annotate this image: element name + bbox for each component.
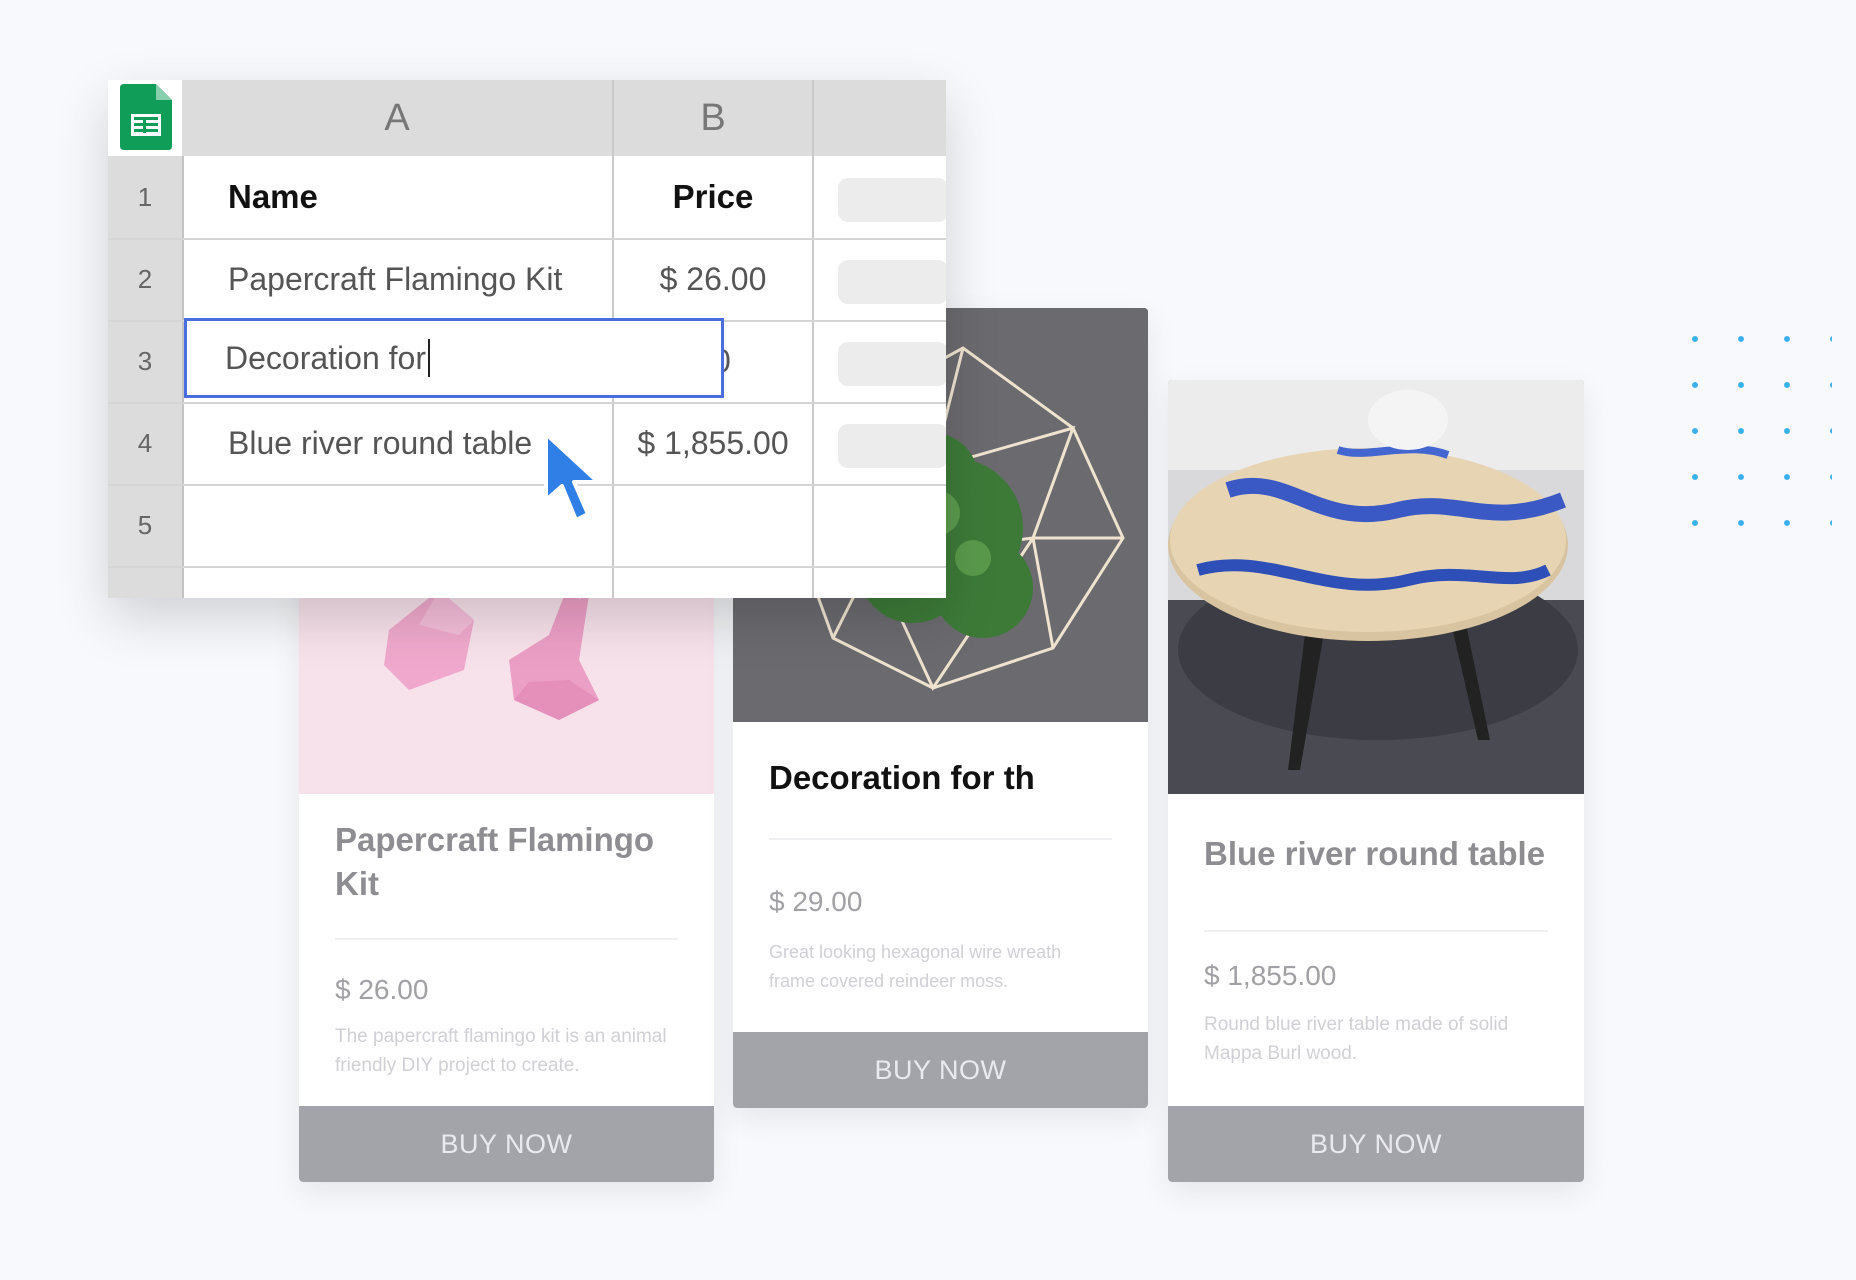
row-header-1[interactable]: 1 (108, 156, 182, 238)
divider (335, 938, 678, 940)
cell-c1[interactable] (838, 178, 946, 222)
row-header-2[interactable]: 2 (108, 238, 182, 320)
buy-now-button[interactable]: BUY NOW (299, 1106, 714, 1182)
cell-b5[interactable] (613, 484, 813, 566)
cell-c2[interactable] (838, 260, 946, 304)
card-title: Decoration for th (769, 759, 1035, 796)
buy-now-button[interactable]: BUY NOW (1168, 1106, 1584, 1182)
card-price: $ 29.00 (769, 886, 863, 917)
card-description: Round blue river table made of solid Map… (1204, 1014, 1509, 1064)
active-cell-a3-editor[interactable]: Decoration for (184, 318, 724, 398)
column-header-b[interactable]: B (614, 80, 812, 156)
row-header-4[interactable]: 4 (108, 402, 182, 484)
card-title: Blue river round table (1204, 835, 1546, 872)
cell-b1[interactable]: Price (613, 156, 813, 238)
buy-now-button[interactable]: BUY NOW (733, 1032, 1148, 1108)
mouse-cursor-icon (540, 430, 606, 535)
google-sheets-icon (120, 84, 172, 155)
divider (769, 838, 1112, 840)
product-card-table: Blue river round table $ 1,855.00 Round … (1168, 380, 1584, 1182)
cell-b4[interactable]: $ 1,855.00 (613, 402, 813, 484)
sheet-corner (108, 80, 182, 156)
cell-c4[interactable] (838, 424, 946, 468)
row-header-5[interactable]: 5 (108, 484, 182, 566)
card-description: Great looking hexagonal wire wreath fram… (769, 942, 1062, 991)
cell-c3[interactable] (838, 342, 946, 386)
card-price: $ 1,855.00 (1204, 960, 1337, 991)
cell-a1[interactable]: Name (228, 156, 648, 238)
text-caret (427, 339, 430, 377)
row-divider (108, 566, 946, 568)
card-price: $ 26.00 (335, 974, 429, 1005)
active-cell-text: Decoration for (225, 339, 426, 376)
cell-b2[interactable]: $ 26.00 (613, 238, 813, 320)
spreadsheet-window: A B 1 2 3 4 5 Name Price Papercraft Flam… (108, 80, 946, 598)
column-header-c[interactable] (814, 80, 946, 156)
cell-a2[interactable]: Papercraft Flamingo Kit (228, 238, 648, 320)
card-description: The papercraft flamingo kit is an animal… (335, 1026, 667, 1076)
decorative-dot-grid (1672, 316, 1832, 566)
divider (1204, 930, 1548, 932)
card-title: Papercraft Flamingo Kit (335, 821, 655, 902)
row-header-3[interactable]: 3 (108, 320, 182, 402)
river-table-product-image (1168, 380, 1584, 794)
column-header-a[interactable]: A (182, 80, 612, 156)
